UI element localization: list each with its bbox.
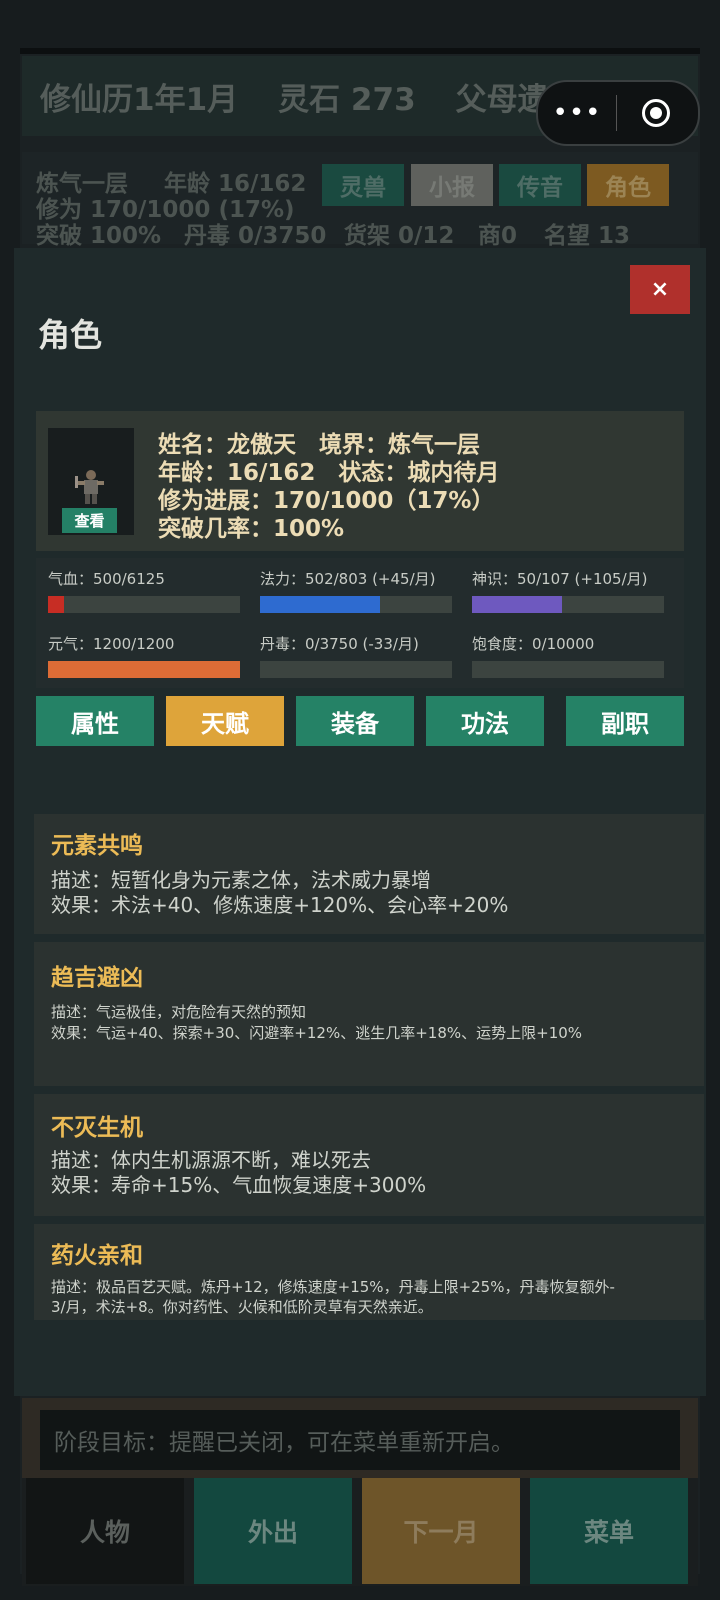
spirit-stone-count: 灵石 273 — [278, 81, 416, 118]
character-button[interactable]: 角色 — [587, 164, 669, 206]
talent-card: 不灭生机 描述：体内生机源源不断，难以死去 效果：寿命+15%、气血恢复速度+3… — [34, 1094, 704, 1216]
modal-title: 角色 — [38, 316, 103, 354]
nav-outing-button[interactable]: 外出 — [194, 1478, 352, 1584]
mana-bar — [260, 596, 452, 613]
spirit-beast-button[interactable]: 灵兽 — [322, 164, 404, 206]
talent-card: 趋吉避凶 描述：气运极佳，对危险有天然的预知 效果：气运+40、探索+30、闪避… — [34, 942, 704, 1086]
talent-name: 药火亲和 — [51, 1243, 143, 1269]
close-miniprogram-button[interactable] — [617, 99, 695, 127]
breakthrough-text: 突破 100% — [36, 223, 162, 249]
stage-goal-text: 阶段目标：提醒已关闭，可在菜单重新开启。 — [40, 1410, 680, 1470]
info-breakthrough: 突破几率：100% — [158, 516, 345, 542]
talent-effect: 效果：气运+40、探索+30、闪避率+12%、逃生几率+18%、运势上限+10% — [51, 1024, 583, 1042]
talent-name: 元素共鸣 — [51, 833, 143, 859]
miniprogram-capsule: ••• — [536, 80, 700, 146]
talent-card: 药火亲和 描述：极品百艺天赋。炼丹+12，修炼速度+15%，丹毒上限+25%，丹… — [34, 1224, 704, 1320]
shelf-text: 货架 0/12 — [344, 223, 455, 249]
character-card: 查看 姓名：龙傲天 境界：炼气一层 年龄：16/162 状态：城内待月 修为进展… — [36, 411, 684, 551]
talent-description: 描述：气运极佳，对危险有天然的预知 — [51, 1003, 307, 1021]
tab-techniques[interactable]: 功法 — [426, 696, 544, 746]
character-tabs: 属性 天赋 装备 功法 副职 — [36, 696, 684, 746]
spirit-sense-label: 神识：50/107 (+105/月) — [472, 570, 648, 588]
pill-poison-bar — [260, 661, 452, 678]
talent-card: 元素共鸣 描述：短暂化身为元素之体，法术威力暴增 效果：术法+40、修炼速度+1… — [34, 814, 704, 934]
hp-label: 气血：500/6125 — [48, 570, 165, 588]
character-modal: × 角色 查看 姓名：龙傲天 境界：炼气一层 年龄：16/162 状态：城内待月… — [14, 248, 706, 1396]
nav-character-button[interactable]: 人物 — [26, 1478, 184, 1584]
message-button[interactable]: 传音 — [499, 164, 581, 206]
character-sprite-icon — [75, 470, 104, 504]
target-icon — [642, 99, 670, 127]
tab-attributes[interactable]: 属性 — [36, 696, 154, 746]
talent-effect: 效果：术法+40、修炼速度+120%、会心率+20% — [51, 893, 509, 917]
tab-equipment[interactable]: 装备 — [296, 696, 414, 746]
poison-text: 丹毒 0/3750 — [184, 223, 327, 249]
talent-effect: 效果：寿命+15%、气血恢复速度+300% — [51, 1173, 427, 1197]
more-icon[interactable]: ••• — [538, 98, 616, 128]
pill-poison-label: 丹毒：0/3750 (-33/月) — [260, 635, 419, 653]
mana-label: 法力：502/803 (+45/月) — [260, 570, 436, 588]
calendar-date: 修仙历1年1月 — [40, 81, 239, 118]
hp-bar — [48, 596, 240, 613]
merchant-text: 商0 — [478, 223, 518, 249]
talent-name: 趋吉避凶 — [51, 965, 143, 991]
view-avatar-button[interactable]: 查看 — [62, 508, 117, 533]
tab-talents[interactable]: 天赋 — [166, 696, 284, 746]
close-button[interactable]: × — [630, 265, 690, 314]
vitality-bar — [48, 661, 240, 678]
player-status-panel: 炼气一层 年龄 16/162 修为 170/1000 (17%) 突破 100%… — [22, 152, 698, 249]
talent-effect: 3/月，术法+8。你对药性、火候和低阶灵草有天然亲近。 — [51, 1298, 433, 1316]
talent-name: 不灭生机 — [51, 1115, 143, 1141]
spirit-sense-bar — [472, 596, 664, 613]
stat-bars-panel: 气血：500/6125 法力：502/803 (+45/月) 神识：50/107… — [36, 558, 684, 688]
talent-description: 描述：极品百艺天赋。炼丹+12，修炼速度+15%，丹毒上限+25%，丹毒恢复额外… — [51, 1278, 615, 1296]
satiety-label: 饱食度：0/10000 — [472, 635, 595, 653]
bottom-nav: 人物 外出 下一月 菜单 — [22, 1478, 698, 1586]
fame-text: 名望 13 — [544, 223, 631, 249]
satiety-bar — [472, 661, 664, 678]
avatar[interactable]: 查看 — [48, 428, 134, 535]
nav-menu-button[interactable]: 菜单 — [530, 1478, 688, 1584]
tab-side-jobs[interactable]: 副职 — [566, 696, 684, 746]
nav-next-month-button[interactable]: 下一月 — [362, 1478, 520, 1584]
newspaper-button[interactable]: 小报 — [411, 164, 493, 206]
talent-list: 元素共鸣 描述：短暂化身为元素之体，法术威力暴增 效果：术法+40、修炼速度+1… — [34, 814, 704, 1320]
vitality-label: 元气：1200/1200 — [48, 635, 175, 653]
